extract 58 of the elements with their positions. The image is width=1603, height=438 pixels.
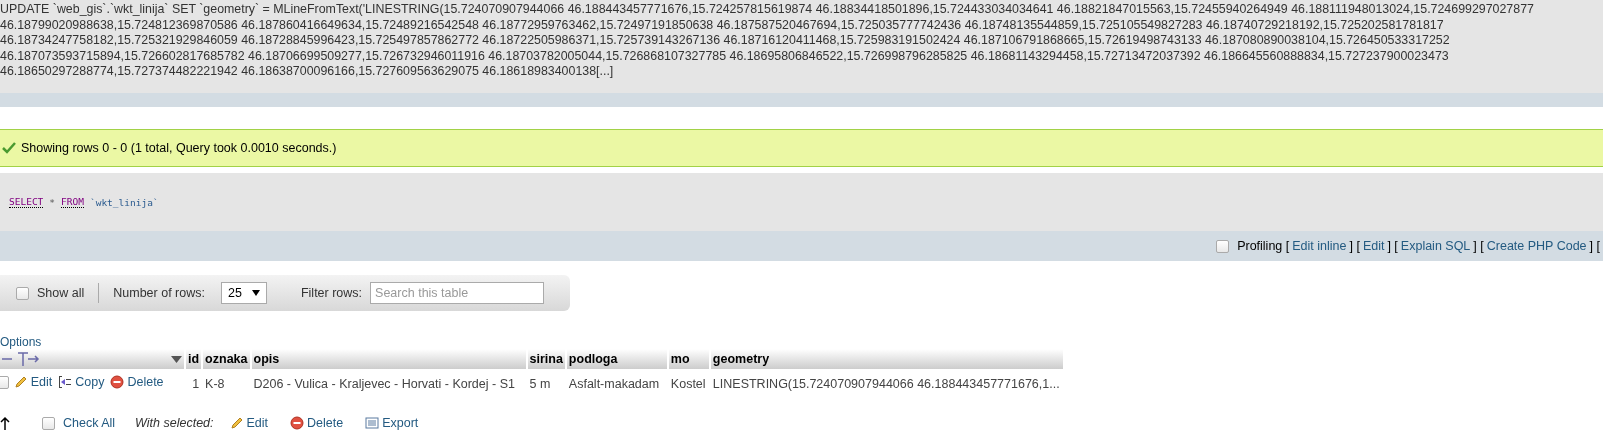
bracket-text: ] [ [1589, 239, 1600, 253]
sql-token: FROM [61, 196, 84, 208]
column-arrows-icon[interactable] [2, 351, 40, 367]
arrow-up-icon [0, 416, 10, 430]
link[interactable]: Create PHP Code [1486, 239, 1587, 253]
rows-select[interactable]: 25 [220, 282, 267, 304]
show-all-label: Show all [37, 286, 85, 300]
table-cell-text: D206 - Vulica - Kraljevec - Horvati - Kordej - S1 [252, 375, 516, 393]
delete-icon [110, 375, 125, 389]
column-header[interactable]: sirina [527, 349, 565, 369]
link[interactable]: Edit [1362, 239, 1385, 253]
delete-icon [290, 416, 305, 430]
row-checkbox[interactable] [0, 375, 9, 389]
with-selected-label: With selected: [135, 416, 214, 430]
rows-label: Number of rows: [113, 286, 205, 300]
bulk-action-link[interactable]: Export [365, 416, 419, 430]
column-header[interactable]: opis [251, 349, 526, 369]
row-action-link[interactable]: Copy [58, 375, 105, 389]
sort-caret-icon[interactable] [171, 355, 182, 363]
pencil-icon [13, 375, 28, 389]
column-header[interactable]: geometry [710, 349, 1063, 369]
sql-token: SELECT [9, 196, 44, 208]
export-icon [365, 416, 380, 430]
filter-label: Filter rows: [300, 286, 363, 300]
sql-query-text: UPDATE `web_gis`.`wkt_linija` SET `geometry` = MLineFromText('LINESTRING(15.724070907944066 46.188443457771676,15.724257815619874 46.18834418501896,15.724433034034641 46.18821847015563,15.72455940264949 46.188111948013024,15.724699297027877 46.18799020988638,15.724812369870586 46.187860416649634,15.72489216542548 46.18772959763462,15.72497191850638 46.187587520467694,15.725035777742436 46.18748135544859,15.725105549827283 46.18740729218192,15.725202581781817 46.18734247758182,15.725321929846059 46.18728845996423,15.725497857862772 46.18722505986371,15.725739143267136 46.18716120411468,15.725983191502424 46.187106791868665,15.72619498743133 46.187080890038104,15.726450533317252 46.187073593715894,15.726602817685782 46.18706699509277,15.726732946011916 46.18703782005044,15.726868107327785 46.18695806846522,15.726998796285825 46.18681143294458,15.72713472037392 46.186645560888834,15.727237900023473 46.18650297288774,15.727374482221942 46.18638700096166,15.727609563629075 46.18618983400138[...] [0, 2, 1535, 80]
row-action-link[interactable]: Delete [110, 375, 164, 389]
link[interactable]: Edit inline [1292, 239, 1347, 253]
show-all-checkbox[interactable] [16, 286, 29, 300]
bracket-text: Profiling [ [1237, 239, 1290, 253]
bracket-text: ] [ [1473, 239, 1484, 253]
options-link[interactable]: Options [0, 335, 42, 349]
message-text: Showing rows 0 - 0 (1 total, Query took 0.0010 seconds.) [21, 141, 337, 155]
column-header[interactable]: mo [668, 349, 709, 369]
table-cell-text: LINESTRING(15.724070907944066 46.188443457771676,1... [711, 375, 1061, 393]
table-cell-text: 5 m [528, 375, 552, 393]
profiling-checkbox[interactable] [1216, 239, 1230, 253]
row-action-link[interactable]: Edit [13, 375, 53, 389]
check-icon [2, 142, 16, 154]
bulk-action-link[interactable]: Edit [229, 416, 269, 430]
table-cell-text: K-8 [204, 375, 226, 393]
table-cell-text: Asfalt-makadam [567, 375, 661, 393]
table-cell-text: 1 [191, 375, 201, 393]
check-all-link[interactable]: Check All [63, 416, 116, 430]
check-all-checkbox[interactable] [42, 416, 55, 430]
pencil-icon [229, 416, 244, 430]
caret-icon [251, 290, 260, 296]
column-header[interactable]: id [186, 349, 202, 369]
link[interactable]: Explain SQL [1400, 239, 1471, 253]
bracket-text: ] [ [1349, 239, 1360, 253]
copy-icon [58, 375, 73, 389]
sql-token: `wkt_linija` [89, 196, 159, 208]
column-header[interactable]: oznaka [203, 349, 250, 369]
bracket-text: ] [ [1387, 239, 1398, 253]
sql-token: * [49, 196, 56, 208]
filter-input[interactable]: Search this table [370, 282, 545, 304]
bulk-action-link[interactable]: Delete [290, 416, 344, 430]
table-cell-text: Kostel [669, 375, 707, 393]
column-header[interactable]: podloga [566, 349, 667, 369]
